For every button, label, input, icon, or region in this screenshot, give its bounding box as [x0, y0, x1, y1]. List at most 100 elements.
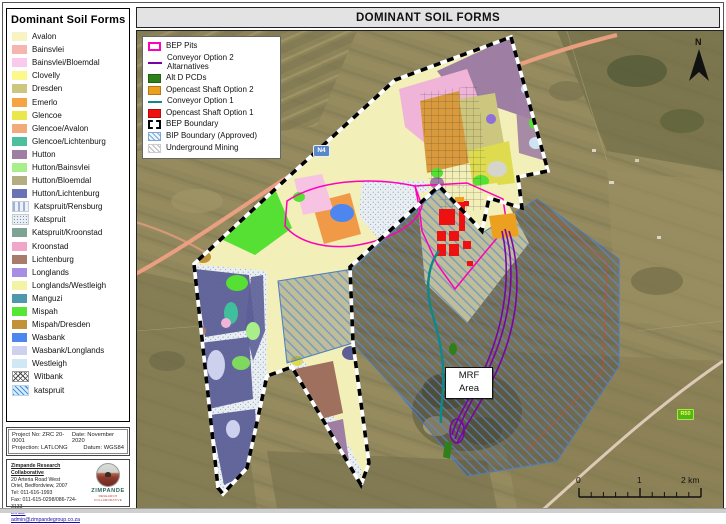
company-address-block: Zimpande Research Collaborative 20 Arter…: [7, 460, 87, 506]
company-address2: Oriel, Bedfordview, 2007: [11, 483, 86, 490]
project-info-box: Project No: ZRC 20-0001 Date: November 2…: [6, 427, 130, 456]
bottom-strip: [0, 508, 726, 513]
project-info-inner: Project No: ZRC 20-0001 Date: November 2…: [8, 429, 128, 454]
alt-d-pcds-swatch: [148, 74, 161, 83]
map-legend-label: BEP Boundary: [166, 120, 218, 129]
soil-legend-label: Hutton/Bainsvlei: [32, 163, 90, 172]
soil-legend-item: Katspruit: [10, 213, 127, 226]
soil-legend-item: Hutton: [10, 148, 127, 161]
soil-legend-label: Wasbank/Longlands: [32, 346, 104, 355]
soil-swatch: [12, 201, 29, 212]
company-logo-subtext: RESEARCH COLLABORATIVE: [87, 494, 129, 502]
soil-legend-list: AvalonBainsvleiBainsvlei/BloemdalClovell…: [10, 30, 127, 397]
soil-legend-item: Katspruit/Kroonstad: [10, 226, 127, 239]
map-legend-label: BIP Boundary (Approved): [166, 132, 257, 141]
scale-tick-0: 0: [576, 475, 581, 485]
soil-legend-item: Westleigh: [10, 357, 127, 370]
soil-legend-label: Kroonstad: [32, 242, 68, 251]
company-logo: ZIMPANDE RESEARCH COLLABORATIVE: [87, 460, 129, 506]
soil-swatch: [12, 32, 27, 41]
map-legend-label: BEP Pits: [166, 42, 197, 51]
soil-legend-item: Clovelly: [10, 69, 127, 82]
company-info-box: Zimpande Research Collaborative 20 Arter…: [6, 459, 130, 507]
soil-legend-label: Glencoe: [32, 111, 62, 120]
map-legend-label: Conveyor Option 1: [167, 97, 234, 106]
mrf-area-line2: Area: [446, 383, 492, 396]
soil-swatch: [12, 320, 27, 329]
soil-legend-item: Glencoe/Lichtenburg: [10, 135, 127, 148]
soil-swatch: [12, 255, 27, 264]
soil-legend-item: Glencoe/Avalon: [10, 122, 127, 135]
soil-swatch: [12, 84, 27, 93]
soil-legend-item: Kroonstad: [10, 240, 127, 253]
page-title: DOMINANT SOIL FORMS: [136, 7, 720, 28]
soil-swatch: [12, 333, 27, 342]
soil-legend-label: Mispah/Dresden: [32, 320, 90, 329]
soil-legend-label: Lichtenburg: [32, 255, 74, 264]
north-label: N: [695, 37, 702, 47]
mrf-area-line1: MRF: [446, 370, 492, 383]
map-legend-label: Underground Mining: [166, 144, 239, 153]
soil-swatch: [12, 371, 29, 382]
soil-legend-label: Witbank: [34, 372, 63, 381]
scale-tick-2: 2 km: [681, 475, 699, 485]
bep-pits-swatch: [148, 42, 161, 51]
soil-swatch: [12, 98, 27, 107]
soil-legend-item: Mispah: [10, 305, 127, 318]
map-legend-item: Conveyor Option 1: [148, 97, 277, 106]
project-projection: Projection: LATLONG: [12, 445, 68, 451]
project-number: Project No: ZRC 20-0001: [12, 432, 72, 444]
soil-legend-label: Longlands: [32, 268, 69, 277]
soil-legend-label: Bainsvlei: [32, 45, 64, 54]
soil-swatch: [12, 359, 27, 368]
map-canvas[interactable]: N 0 1 2 km BEP PitsConveyor Option 2 Alt…: [136, 30, 724, 509]
soil-legend-item: Bainsvlei/Bloemdal: [10, 56, 127, 69]
soil-legend-item: Hutton/Lichtenburg: [10, 187, 127, 200]
soil-legend-label: Westleigh: [32, 359, 67, 368]
soil-swatch: [12, 214, 29, 225]
tree-icon: [105, 472, 111, 477]
soil-legend-label: Longlands/Westleigh: [32, 281, 106, 290]
company-address1: 20 Arteria Road West: [11, 477, 86, 484]
soil-legend-item: Wasbank/Longlands: [10, 344, 127, 357]
map-legend-label: Conveyor Option 2 Altarnatives: [167, 54, 277, 72]
map-legend-label: Opencast Shaft Option 1: [166, 109, 254, 118]
soil-legend-item: Hutton/Bainsvlei: [10, 161, 127, 174]
soil-legend-item: Glencoe: [10, 109, 127, 122]
soil-legend-label: Hutton: [32, 150, 56, 159]
map-legend-item: Conveyor Option 2 Altarnatives: [148, 54, 277, 72]
conveyor-option-2-altarnatives-swatch: [148, 62, 162, 64]
soil-legend-label: Katspruit: [34, 215, 66, 224]
company-tel: Tel: 011-616-1993: [11, 490, 86, 497]
soil-swatch: [12, 268, 27, 277]
soil-legend-label: Katspruit/Kroonstad: [32, 228, 102, 237]
map-legend-label: Alt D PCDs: [166, 74, 206, 83]
soil-legend-label: Manguzi: [32, 294, 62, 303]
soil-legend-item: Dresden: [10, 82, 127, 95]
map-legend-label: Opencast Shaft Option 2: [166, 86, 254, 95]
soil-legend-item: katspruit: [10, 384, 127, 397]
soil-legend-label: Clovelly: [32, 71, 60, 80]
soil-swatch: [12, 228, 27, 237]
project-datum: Datum: WGS84: [83, 445, 124, 451]
soil-legend-item: Manguzi: [10, 292, 127, 305]
underground-mining-swatch: [148, 144, 161, 153]
soil-legend-panel: Dominant Soil Forms AvalonBainsvleiBains…: [6, 8, 130, 422]
bip-boundary-approved--swatch: [148, 132, 161, 141]
soil-swatch: [12, 150, 27, 159]
map-legend-box: BEP Pits Conveyor Option 2 Altarnatives Al…: [142, 36, 281, 159]
soil-legend-label: Dresden: [32, 84, 62, 93]
soil-legend-label: Hutton/Lichtenburg: [32, 189, 100, 198]
soil-swatch: [12, 111, 27, 120]
n4-road-shield: N4: [313, 145, 330, 157]
soil-legend-item: Longlands: [10, 266, 127, 279]
company-logo-icon: [96, 463, 120, 487]
opencast-shaft-option-2-swatch: [148, 86, 161, 95]
soil-swatch: [12, 242, 27, 251]
project-date: Date: November 2020: [72, 432, 124, 444]
map-legend-item: BIP Boundary (Approved): [148, 132, 277, 141]
soil-swatch: [12, 137, 27, 146]
map-legend-item: BEP Pits: [148, 42, 277, 51]
soil-legend-title: Dominant Soil Forms: [11, 14, 127, 26]
map-legend-item: Alt D PCDs: [148, 74, 277, 83]
